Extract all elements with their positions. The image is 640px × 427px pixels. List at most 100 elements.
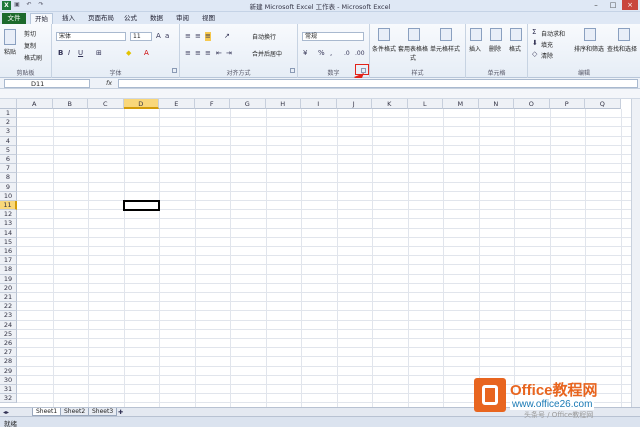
merge-center-button[interactable]: 合并后居中 [252,49,282,58]
row-header-5[interactable]: 5 [0,145,17,155]
autosum-button[interactable]: 自动求和 [541,29,565,38]
row-header-6[interactable]: 6 [0,155,17,165]
formula-input[interactable] [118,79,638,88]
cut-button[interactable]: 剪切 [24,29,36,38]
tab-page-layout[interactable]: 页面布局 [84,13,118,24]
row-header-16[interactable]: 16 [0,247,17,257]
orientation-icon[interactable]: ↗ [224,32,230,41]
align-left-icon[interactable]: ≡ [185,49,191,58]
row-header-21[interactable]: 21 [0,293,17,303]
decrease-indent-icon[interactable]: ⇤ [216,49,222,58]
vertical-scrollbar[interactable] [631,99,640,407]
worksheet-grid[interactable]: A B C D E F G H I J K L M N O P Q 1 2 3 4 5 6 7 8 9 10 11 12 13 14 15 16… [0,99,640,407]
increase-indent-icon[interactable]: ⇥ [226,49,232,58]
row-header-14[interactable]: 14 [0,228,17,238]
accounting-icon[interactable]: ¥ [303,49,307,58]
format-cells-icon[interactable] [510,28,522,41]
clear-icon[interactable]: ◇ [532,50,537,59]
shrink-font-icon[interactable]: a [165,32,169,41]
find-select-icon[interactable] [618,28,630,41]
row-header-19[interactable]: 19 [0,274,17,284]
row-header-2[interactable]: 2 [0,118,17,128]
column-header-q[interactable]: Q [585,99,621,109]
fill-icon[interactable]: ⬇ [532,39,538,48]
tab-review[interactable]: 审阅 [172,13,193,24]
active-cell[interactable] [122,200,160,212]
autosum-icon[interactable]: Σ [532,28,536,37]
column-header-d[interactable]: D [123,99,159,109]
column-header-h[interactable]: H [265,99,301,109]
column-header-o[interactable]: O [514,99,550,109]
row-header-26[interactable]: 26 [0,339,17,349]
cell-styles-icon[interactable] [440,28,452,41]
align-top-icon[interactable]: ≡ [185,32,191,41]
percent-icon[interactable]: % [318,49,325,58]
format-cells-button[interactable]: 格式 [509,44,521,53]
row-header-15[interactable]: 15 [0,237,17,247]
maximize-icon[interactable]: □ [605,0,621,10]
comma-icon[interactable]: , [330,49,332,58]
row-header-24[interactable]: 24 [0,320,17,330]
minimize-icon[interactable]: – [588,0,604,10]
align-bottom-icon[interactable]: ≡ [205,32,211,41]
italic-icon[interactable]: I [68,49,70,58]
row-header-11[interactable]: 11 [0,201,17,211]
bold-icon[interactable]: B [58,49,63,58]
delete-cells-button[interactable]: 删除 [489,44,501,53]
column-header-m[interactable]: M [443,99,479,109]
cell-styles-button[interactable]: 单元格样式 [430,44,460,53]
increase-decimal-icon[interactable]: .0 [344,49,350,58]
column-header-k[interactable]: K [372,99,408,109]
row-header-8[interactable]: 8 [0,173,17,183]
sort-filter-button[interactable]: 排序和筛选 [574,44,604,53]
fx-icon[interactable]: fx [106,79,112,87]
align-center-icon[interactable]: ≡ [195,49,201,58]
paste-icon[interactable] [4,29,16,45]
row-header-10[interactable]: 10 [0,191,17,201]
clear-button[interactable]: 清除 [541,51,553,60]
insert-cells-button[interactable]: 插入 [469,44,481,53]
font-size-select[interactable]: 11 [130,32,152,41]
column-header-p[interactable]: P [549,99,585,109]
grow-font-icon[interactable]: A [156,32,161,41]
row-header-18[interactable]: 18 [0,265,17,275]
column-header-a[interactable]: A [17,99,53,109]
column-header-f[interactable]: F [194,99,230,109]
column-header-c[interactable]: C [88,99,124,109]
row-header-32[interactable]: 32 [0,394,17,404]
tab-home[interactable]: 开始 [30,13,53,24]
font-color-icon[interactable]: A [144,49,149,58]
tab-file[interactable]: 文件 [2,13,26,24]
copy-button[interactable]: 复制 [24,41,36,50]
column-header-e[interactable]: E [159,99,195,109]
row-header-3[interactable]: 3 [0,127,17,137]
find-select-button[interactable]: 查找和选择 [607,44,637,53]
align-right-icon[interactable]: ≡ [205,49,211,58]
column-header-i[interactable]: I [301,99,337,109]
align-middle-icon[interactable]: ≡ [195,32,201,41]
tab-view[interactable]: 视图 [198,13,219,24]
row-header-20[interactable]: 20 [0,283,17,293]
row-header-7[interactable]: 7 [0,164,17,174]
paste-button[interactable]: 粘贴 [4,47,16,56]
row-header-29[interactable]: 29 [0,366,17,376]
row-header-13[interactable]: 13 [0,219,17,229]
fill-color-icon[interactable]: ◆ [126,49,131,58]
underline-icon[interactable]: U [78,49,83,58]
format-painter-button[interactable]: 格式刷 [24,53,42,62]
number-format-select[interactable]: 常规 [302,32,364,41]
row-header-30[interactable]: 30 [0,375,17,385]
conditional-format-icon[interactable] [378,28,390,41]
decrease-decimal-icon[interactable]: .00 [355,49,365,58]
row-header-17[interactable]: 17 [0,256,17,266]
row-header-28[interactable]: 28 [0,357,17,367]
format-as-table-icon[interactable] [408,28,420,41]
conditional-format-button[interactable]: 条件格式 [372,44,396,53]
wrap-text-button[interactable]: 自动换行 [252,32,276,41]
close-icon[interactable]: × [622,0,638,10]
select-all-corner[interactable] [0,99,17,109]
fill-button[interactable]: 填充 [541,40,553,49]
font-family-select[interactable]: 宋体 [56,32,126,41]
name-box[interactable]: D11 [4,79,90,88]
row-header-27[interactable]: 27 [0,348,17,358]
